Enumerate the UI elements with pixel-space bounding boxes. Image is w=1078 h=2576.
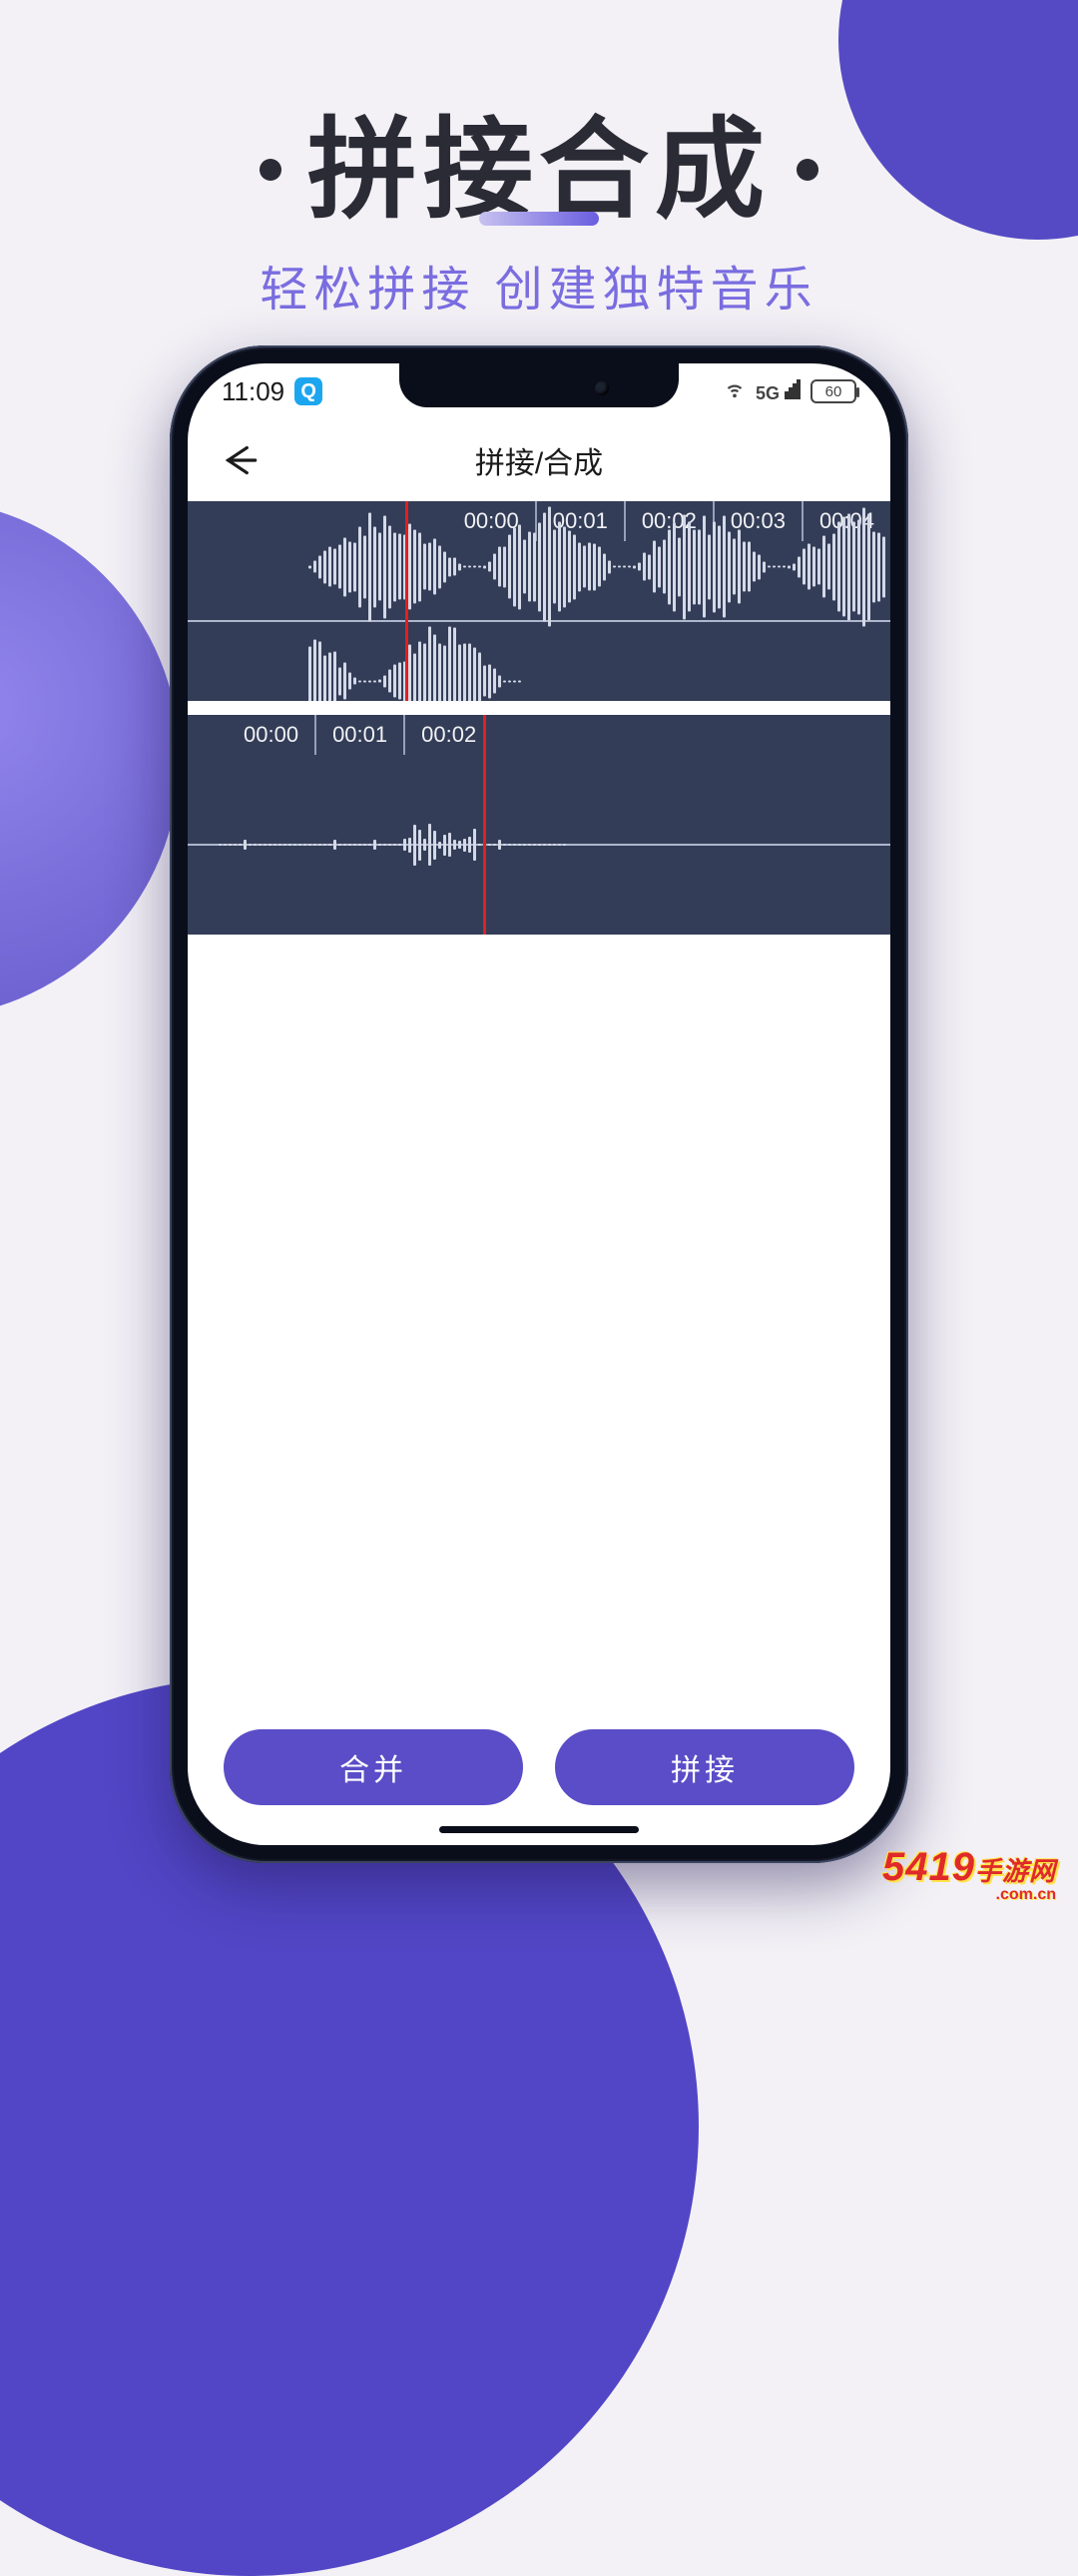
status-right: 5G 60: [724, 377, 856, 406]
bg-blob-left: [0, 499, 180, 1018]
time-ruler-2: 00:00 00:01 00:02: [188, 715, 890, 755]
title-dot-right: [797, 159, 818, 181]
audio-track-2[interactable]: 00:00 00:01 00:02: [188, 715, 890, 935]
phone-notch: [399, 363, 679, 407]
arrow-left-icon: [216, 437, 262, 483]
back-button[interactable]: [216, 437, 262, 483]
tick-label: 00:00: [228, 715, 314, 755]
home-indicator[interactable]: [439, 1826, 639, 1833]
cell-signal-icon: 5G: [756, 379, 801, 404]
audio-track-1[interactable]: 00:00 00:01 00:02 00:03 00:04: [188, 501, 890, 701]
phone-screen: 11:09 Q 5G 60 拼接/合成: [188, 363, 890, 1845]
nav-bar: 拼接/合成: [188, 419, 890, 501]
promo-underline: [479, 212, 599, 226]
watermark: 5419手游网 .com.cn: [882, 1847, 1056, 1903]
playhead-1[interactable]: [405, 501, 408, 701]
merge-button[interactable]: 合并: [224, 1729, 523, 1805]
button-row: 合并 拼接: [188, 1729, 890, 1805]
concat-button[interactable]: 拼接: [555, 1729, 854, 1805]
playhead-2[interactable]: [483, 715, 486, 935]
waveform-1: [188, 541, 890, 701]
app-badge-icon: Q: [294, 377, 322, 405]
phone-frame: 11:09 Q 5G 60 拼接/合成: [170, 345, 908, 1863]
title-dot-left: [260, 159, 281, 181]
wifi-icon: [724, 377, 746, 406]
tick-label: 00:02: [405, 715, 492, 755]
promo-subtitle: 轻松拼接 创建独特音乐: [0, 250, 1078, 320]
battery-icon: 60: [810, 379, 856, 403]
waveform-2: [188, 755, 890, 935]
nav-title: 拼接/合成: [216, 438, 862, 482]
status-time: 11:09: [222, 376, 284, 407]
tick-label: 00:01: [316, 715, 403, 755]
